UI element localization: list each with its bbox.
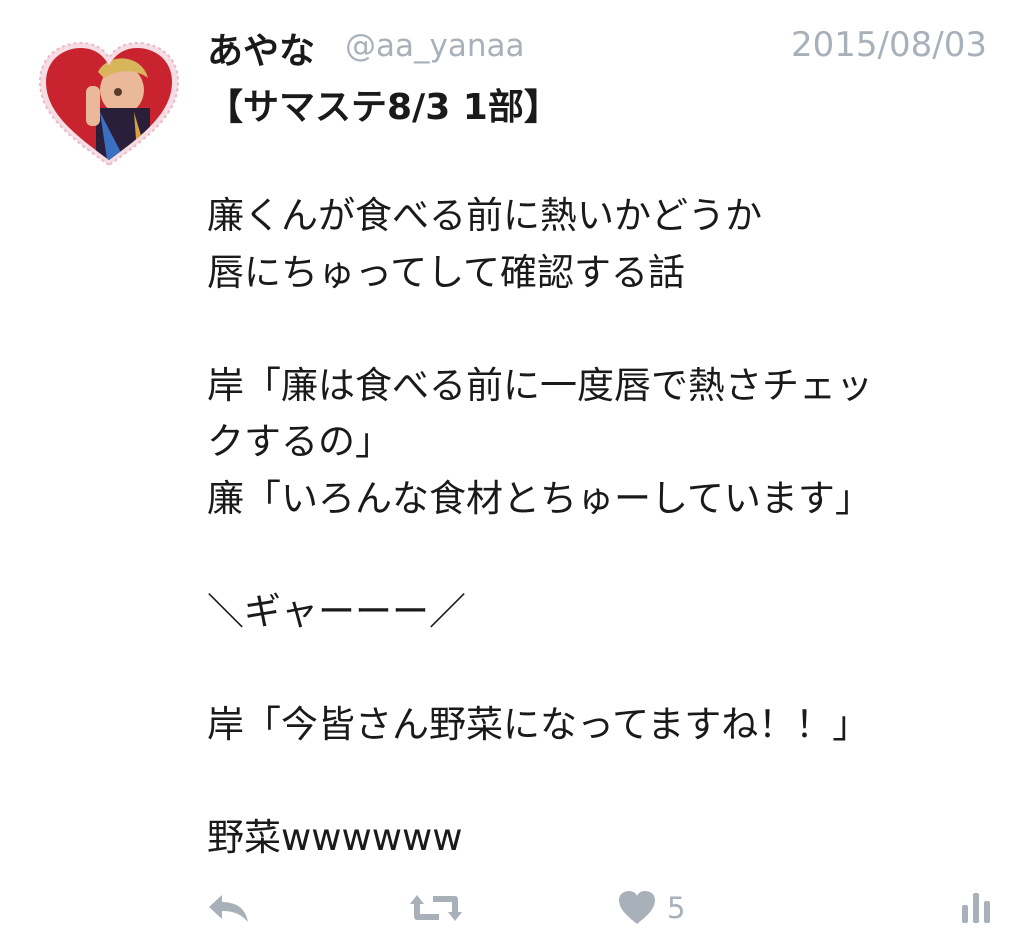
- like-count: 5: [667, 890, 686, 925]
- heart-avatar-image: [38, 42, 180, 166]
- body-line: [207, 301, 1007, 358]
- tweet-header: あやな @aa_yanaa 2015/08/03: [207, 20, 997, 72]
- body-line: 岸「廉は食べる前に一度唇で熱さチェッ: [207, 363, 873, 407]
- username-handle[interactable]: @aa_yanaa: [345, 28, 524, 64]
- body-line: クするの」: [207, 420, 392, 463]
- reply-icon: [206, 891, 252, 925]
- tweet-title: 【サマステ8/3 1部】: [207, 87, 560, 128]
- body-line: 野菜wwwwww: [207, 815, 463, 859]
- timestamp[interactable]: 2015/08/03: [791, 25, 987, 65]
- body-line: 廉くんが食べる前に熱いかどうか: [207, 194, 762, 237]
- heart-icon: [617, 890, 657, 926]
- analytics-button[interactable]: [960, 880, 992, 935]
- tweet-body: 廉くんが食べる前に熱いかどうか 唇にちゅってして確認する話 岸「廉は食べる前に一…: [207, 188, 1007, 866]
- body-line: ＼ギャーーー／: [207, 589, 466, 633]
- avatar[interactable]: [38, 42, 180, 166]
- like-button[interactable]: 5: [617, 880, 685, 935]
- reply-button[interactable]: [206, 880, 252, 935]
- body-line: [207, 753, 1007, 810]
- tweet-actions: 5: [0, 880, 1024, 935]
- retweet-icon: [409, 891, 463, 925]
- bar-chart-icon: [960, 891, 992, 925]
- body-line: 唇にちゅってして確認する話: [207, 250, 686, 294]
- retweet-button[interactable]: [409, 880, 463, 935]
- body-line: 廉「いろんな食材とちゅーしています」: [207, 476, 872, 520]
- body-line: [207, 640, 1007, 697]
- display-name[interactable]: あやな: [207, 22, 315, 74]
- body-line: 岸「今皆さん野菜になってますね！！」: [207, 702, 870, 746]
- body-line: [207, 527, 1007, 584]
